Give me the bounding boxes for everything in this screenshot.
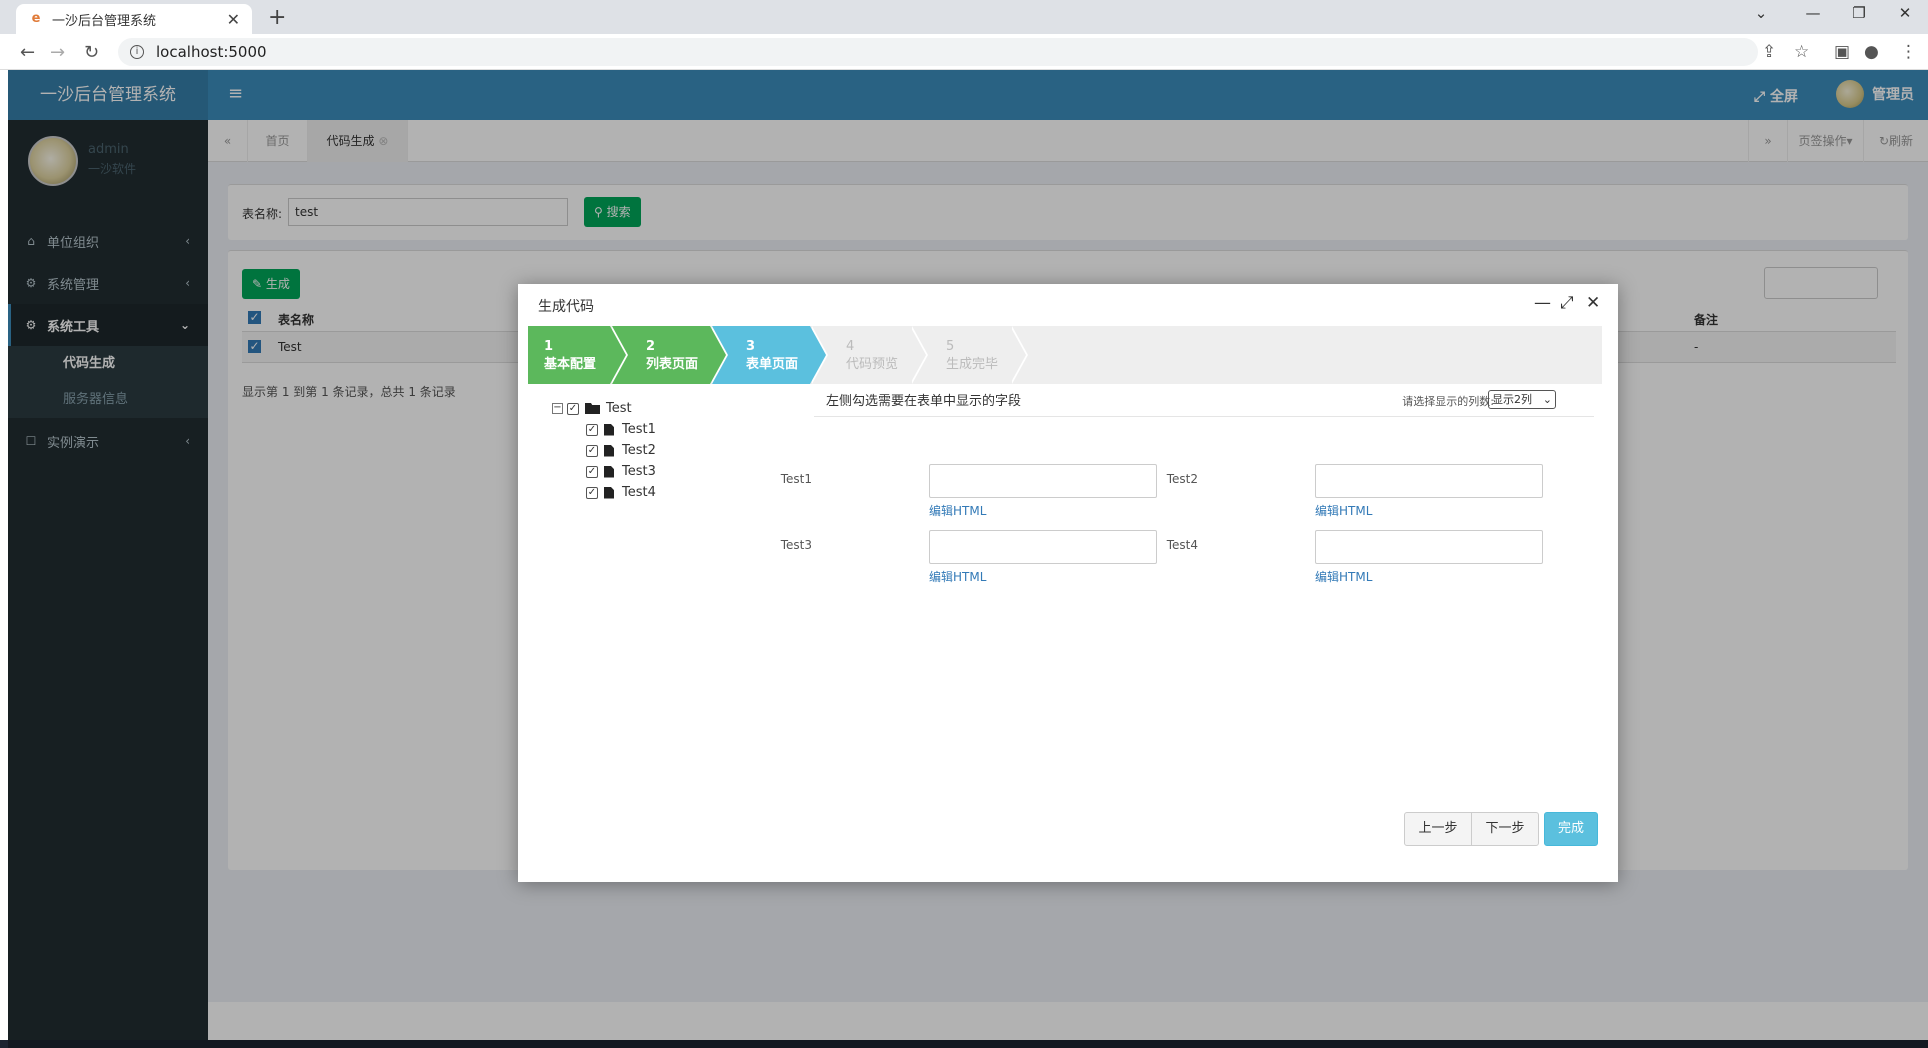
close-tab-icon[interactable]: ✕ bbox=[227, 10, 240, 29]
generate-code-dialog: 生成代码 — ⤢ ✕ 1 基本配置 2 列表页面 3 表单页面 4 代码预览 5 生成完毕… bbox=[518, 284, 1618, 882]
browser-toolbar: ← → ↻ i localhost:5000 ⇪ ☆ ▣ ● ⋮ bbox=[0, 34, 1928, 70]
browser-menu-icon[interactable]: ⋮ bbox=[1900, 42, 1917, 62]
field-label-test4: Test4 bbox=[1166, 538, 1198, 552]
new-tab-icon[interactable]: + bbox=[268, 5, 286, 30]
field-label-test2: Test2 bbox=[1166, 472, 1198, 486]
next-button[interactable]: 下一步 bbox=[1471, 812, 1539, 846]
close-window-icon[interactable]: ✕ bbox=[1882, 4, 1928, 22]
step-number: 3 bbox=[746, 339, 756, 354]
field-input-test4[interactable] bbox=[1315, 530, 1543, 564]
tree-node-label: Test2 bbox=[622, 443, 656, 458]
checkbox-checked-icon[interactable]: ✓ bbox=[586, 423, 598, 436]
step-label: 代码预览 bbox=[846, 357, 899, 372]
favicon-icon: e bbox=[31, 11, 41, 26]
bookmark-star-icon[interactable]: ☆ bbox=[1794, 42, 1809, 62]
step-label: 表单页面 bbox=[746, 357, 799, 372]
field-input-test2[interactable] bbox=[1315, 464, 1543, 498]
tab-search-icon[interactable]: ⌄ bbox=[1738, 4, 1784, 22]
restore-icon[interactable]: ❐ bbox=[1836, 4, 1882, 22]
edit-html-link-test2[interactable]: 编辑HTML bbox=[1315, 502, 1372, 519]
step-number: 5 bbox=[946, 339, 955, 354]
columns-value: 显示2列 bbox=[1492, 393, 1532, 406]
url-text: localhost:5000 bbox=[156, 43, 267, 61]
forward-icon[interactable]: → bbox=[50, 42, 65, 63]
form-fields-header: 左侧勾选需要在表单中显示的字段 请选择显示的列数: 显示2列 ⌄ bbox=[814, 381, 1594, 417]
wizard-steps: 1 基本配置 2 列表页面 3 表单页面 4 代码预览 5 生成完毕 bbox=[528, 326, 1602, 384]
tree-node-label: Test3 bbox=[622, 464, 656, 479]
file-icon bbox=[604, 486, 614, 499]
back-icon[interactable]: ← bbox=[20, 42, 35, 63]
browser-tab-title: 一沙后台管理系统 bbox=[52, 13, 157, 29]
reload-icon[interactable]: ↻ bbox=[84, 42, 99, 63]
tree-node[interactable]: ✓ Test1 bbox=[552, 419, 656, 440]
address-bar[interactable]: i localhost:5000 bbox=[118, 38, 1758, 66]
form-fields-title: 左侧勾选需要在表单中显示的字段 bbox=[826, 394, 1022, 409]
step-label: 列表页面 bbox=[646, 357, 699, 372]
edit-html-link-test1[interactable]: 编辑HTML bbox=[929, 502, 986, 519]
step-number: 4 bbox=[846, 339, 855, 354]
file-icon bbox=[604, 465, 614, 478]
tree-root[interactable]: − ✓ Test bbox=[552, 398, 656, 419]
tree-node-label: Test1 bbox=[622, 422, 656, 437]
field-label-test3: Test3 bbox=[780, 538, 812, 552]
step-number: 1 bbox=[544, 339, 554, 354]
tree-root-label: Test bbox=[606, 401, 632, 416]
field-tree: − ✓ Test ✓ Test1 ✓ Test2 ✓ Test3 ✓ Test4 bbox=[552, 398, 656, 503]
minimize-icon[interactable]: — bbox=[1534, 293, 1551, 313]
step-label: 基本配置 bbox=[544, 357, 597, 372]
checkbox-checked-icon[interactable]: ✓ bbox=[567, 402, 579, 415]
checkbox-checked-icon[interactable]: ✓ bbox=[586, 465, 598, 478]
browser-tab[interactable]: e 一沙后台管理系统 ✕ bbox=[16, 4, 252, 34]
maximize-icon[interactable]: ⤢ bbox=[1560, 293, 1574, 313]
step-number: 2 bbox=[646, 339, 656, 354]
file-icon bbox=[604, 423, 614, 436]
prev-button[interactable]: 上一步 bbox=[1404, 812, 1472, 846]
field-label-test1: Test1 bbox=[780, 472, 812, 486]
site-info-icon[interactable]: i bbox=[130, 45, 144, 59]
folder-open-icon bbox=[585, 403, 600, 414]
finish-button[interactable]: 完成 bbox=[1544, 812, 1598, 846]
tree-node[interactable]: ✓ Test2 bbox=[552, 440, 656, 461]
minimize-icon[interactable]: — bbox=[1790, 4, 1836, 22]
checkbox-checked-icon[interactable]: ✓ bbox=[586, 444, 598, 457]
profile-icon[interactable]: ● bbox=[1864, 42, 1879, 62]
chevron-down-icon: ⌄ bbox=[1542, 393, 1552, 406]
side-panel-icon[interactable]: ▣ bbox=[1834, 42, 1850, 62]
columns-select[interactable]: 显示2列 ⌄ bbox=[1488, 390, 1556, 409]
tree-node[interactable]: ✓ Test4 bbox=[552, 482, 656, 503]
close-icon[interactable]: ✕ bbox=[1586, 293, 1600, 313]
step-label: 生成完毕 bbox=[946, 357, 999, 372]
tree-node-label: Test4 bbox=[622, 485, 656, 500]
step-1[interactable]: 1 基本配置 bbox=[528, 326, 628, 384]
dialog-title: 生成代码 bbox=[538, 299, 594, 315]
checkbox-checked-icon[interactable]: ✓ bbox=[586, 486, 598, 499]
browser-tabstrip: e 一沙后台管理系统 ✕ + ⌄ — ❐ ✕ bbox=[0, 0, 1928, 34]
edit-html-link-test4[interactable]: 编辑HTML bbox=[1315, 568, 1372, 585]
edit-html-link-test3[interactable]: 编辑HTML bbox=[929, 568, 986, 585]
columns-label: 请选择显示的列数: bbox=[1402, 395, 1494, 408]
share-icon[interactable]: ⇪ bbox=[1762, 42, 1776, 62]
collapse-icon[interactable]: − bbox=[552, 403, 563, 414]
file-icon bbox=[604, 444, 614, 457]
tree-node[interactable]: ✓ Test3 bbox=[552, 461, 656, 482]
